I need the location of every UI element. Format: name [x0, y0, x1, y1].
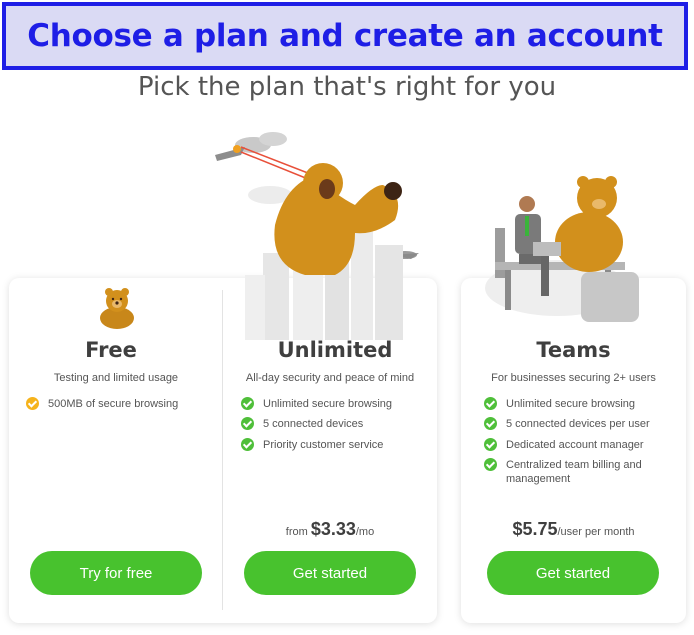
feature-item: 5 connected devices per user: [484, 417, 650, 431]
price-suffix: /user per month: [557, 526, 635, 538]
check-circle-green-icon: [241, 417, 254, 430]
check-circle-green-icon: [241, 397, 254, 410]
plan-desc-unlimited: All-day security and peace of mind: [245, 372, 415, 384]
plan-desc-free: Testing and limited usage: [53, 372, 179, 384]
feature-label: 5 connected devices per user: [506, 418, 650, 430]
feature-label: Unlimited secure browsing: [506, 398, 635, 410]
bear-city-illustration: [215, 132, 419, 340]
page-subtitle: Pick the plan that's right for you: [137, 72, 557, 102]
price-unlimited: from $3.33/mo: [222, 519, 438, 540]
plan-title-free: Free: [85, 338, 137, 362]
feature-label: Dedicated account manager: [506, 439, 644, 451]
feature-item: 5 connected devices: [241, 417, 363, 431]
feature-label: 500MB of secure browsing: [48, 398, 179, 410]
plan-desc-teams: For businesses securing 2+ users: [491, 372, 656, 384]
check-circle-green-icon: [484, 438, 497, 451]
feature-item: Dedicated account manager: [484, 438, 644, 452]
check-circle-green-icon: [484, 397, 497, 410]
plan-title-teams: Teams: [536, 338, 611, 362]
price-suffix: /mo: [355, 526, 375, 538]
feature-label: 5 connected devices: [263, 418, 364, 430]
check-circle-green-icon: [484, 417, 497, 430]
feature-item: Unlimited secure browsing: [241, 397, 392, 411]
feature-item: 500MB of secure browsing: [26, 397, 178, 411]
feature-label: Priority customer service: [263, 439, 384, 451]
price-teams: $5.75/user per month: [461, 519, 686, 540]
banner: Choose a plan and create an account: [2, 2, 688, 70]
check-circle-green-icon: [484, 458, 497, 471]
get-started-teams-button[interactable]: Get started: [487, 551, 659, 595]
feature-item: Priority customer service: [241, 438, 383, 452]
try-for-free-button[interactable]: Try for free: [30, 551, 202, 595]
get-started-unlimited-button[interactable]: Get started: [244, 551, 416, 595]
price-amount: $5.75: [512, 519, 558, 539]
banner-title: Choose a plan and create an account: [27, 18, 663, 54]
feature-item: Unlimited secure browsing: [484, 397, 635, 411]
feature-item: Centralized team billing and management: [484, 458, 664, 486]
small-bear-illustration: [100, 288, 134, 329]
price-amount: $3.33: [310, 519, 356, 539]
teams-bench-illustration: [485, 176, 639, 322]
price-prefix: from: [285, 526, 311, 538]
plan-title-unlimited: Unlimited: [277, 338, 393, 362]
feature-label: Unlimited secure browsing: [263, 398, 392, 410]
check-circle-orange-icon: [26, 397, 39, 410]
feature-label: Centralized team billing and management: [506, 459, 642, 485]
check-circle-green-icon: [241, 438, 254, 451]
